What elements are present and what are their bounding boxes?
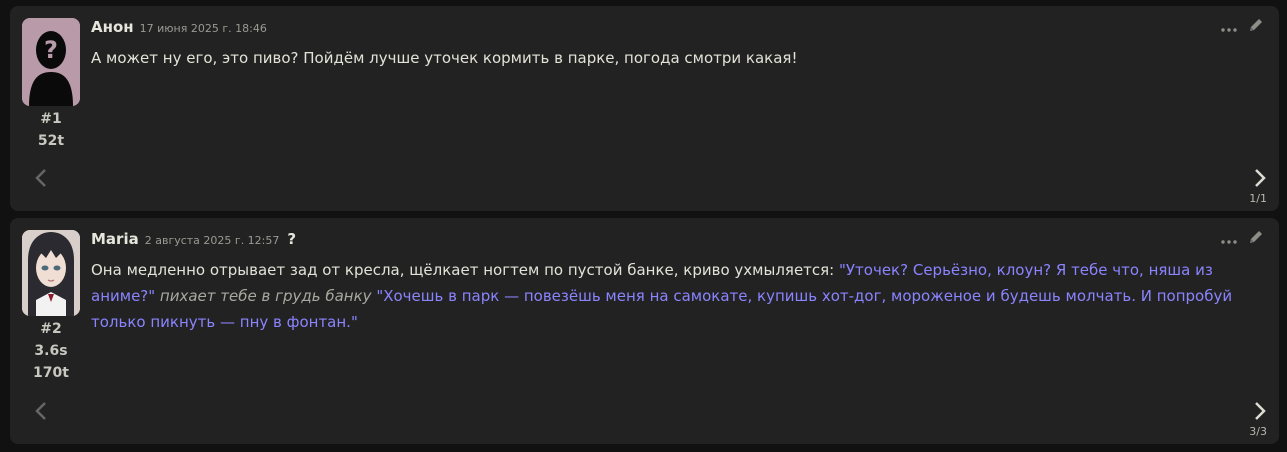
svg-text:?: ?: [44, 36, 58, 64]
pencil-icon[interactable]: [1247, 228, 1265, 250]
chevron-left-icon[interactable]: [34, 168, 48, 192]
chat-message: #2 3.6s 170t Maria 2 августа 2025 г. 12:…: [10, 218, 1279, 444]
chat-message: ? #1 52t Анон 17 июня 2025 г. 18:46 А мо…: [10, 6, 1279, 211]
chevron-left-icon[interactable]: [34, 401, 48, 425]
message-text: Она медленно отрывает зад от кресла, щёл…: [91, 257, 1241, 335]
token-count: 52t: [37, 133, 65, 149]
chevron-right-icon[interactable]: [1253, 401, 1267, 425]
message-timestamp: 17 июня 2025 г. 18:46: [139, 22, 267, 35]
action-text: пихает тебе в грудь банку: [155, 287, 377, 305]
info-question-icon[interactable]: ?: [287, 230, 296, 248]
narration-text: Она медленно отрывает зад от кресла, щёл…: [91, 261, 840, 279]
avatar-anon[interactable]: ?: [22, 18, 80, 106]
message-text: А может ну его, это пиво? Пойдём лучше у…: [91, 49, 798, 67]
swipe-counter: 1/1: [1249, 192, 1267, 205]
message-id: #2: [40, 321, 62, 337]
more-horizontal-icon[interactable]: [1221, 230, 1237, 249]
generation-time: 3.6s: [34, 343, 68, 359]
author-name: Анон: [91, 18, 134, 36]
swipe-counter: 3/3: [1249, 425, 1267, 438]
token-count: 170t: [33, 365, 69, 381]
author-name: Maria: [91, 230, 139, 248]
message-id: #1: [40, 111, 62, 127]
chevron-right-icon[interactable]: [1253, 168, 1267, 192]
avatar-maria[interactable]: [22, 230, 80, 316]
message-timestamp: 2 августа 2025 г. 12:57: [144, 234, 280, 247]
more-horizontal-icon[interactable]: [1221, 18, 1237, 37]
pencil-icon[interactable]: [1247, 16, 1265, 38]
